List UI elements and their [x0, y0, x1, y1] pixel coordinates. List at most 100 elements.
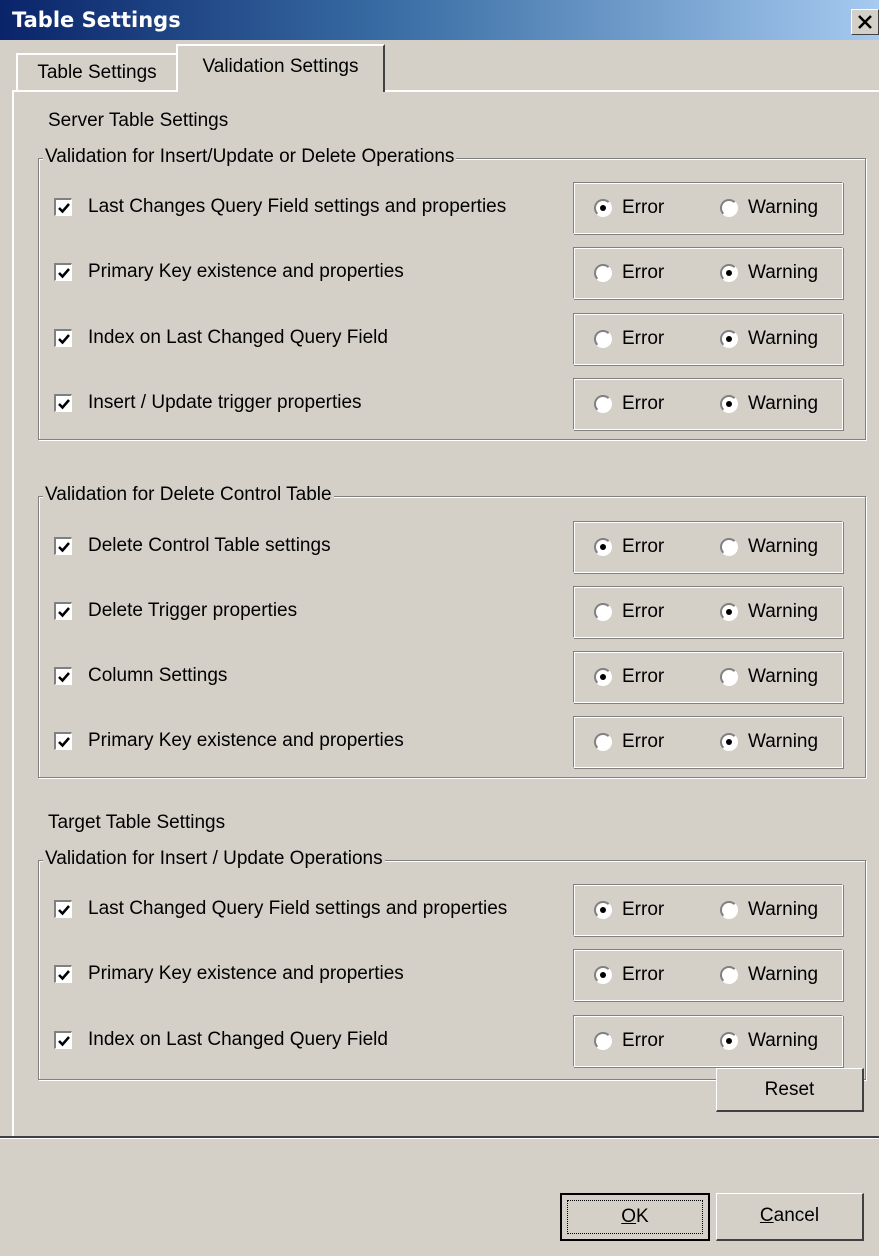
checkbox[interactable]: [54, 394, 72, 412]
radio-circle[interactable]: [720, 1032, 738, 1050]
checkbox[interactable]: [54, 732, 72, 750]
radio-circle[interactable]: [594, 901, 612, 919]
checkbox[interactable]: [54, 667, 72, 685]
row-label: Primary Key existence and properties: [88, 730, 404, 751]
checkbox[interactable]: [54, 537, 72, 555]
radio-dot-icon: [726, 1038, 732, 1044]
checkbox[interactable]: [54, 602, 72, 620]
radio-warning[interactable]: Warning: [720, 964, 818, 986]
radio-error[interactable]: Error: [594, 393, 664, 415]
radio-circle[interactable]: [594, 733, 612, 751]
validation-row[interactable]: Insert / Update trigger properties: [54, 391, 362, 415]
radio-circle[interactable]: [720, 966, 738, 984]
radio-warning[interactable]: Warning: [720, 731, 818, 753]
severity-radio-group: Error Warning: [573, 313, 843, 365]
validation-row[interactable]: Primary Key existence and properties: [54, 962, 404, 986]
radio-warning[interactable]: Warning: [720, 666, 818, 688]
radio-label: Warning: [748, 262, 819, 283]
validation-row[interactable]: Delete Control Table settings: [54, 534, 331, 558]
radio-circle[interactable]: [594, 538, 612, 556]
validation-row[interactable]: Last Changed Query Field settings and pr…: [54, 897, 507, 921]
checkbox[interactable]: [54, 965, 72, 983]
radio-warning[interactable]: Warning: [720, 197, 818, 219]
radio-label: Warning: [748, 197, 819, 218]
validation-row[interactable]: Delete Trigger properties: [54, 599, 297, 623]
row-label: Index on Last Changed Query Field: [88, 327, 388, 348]
radio-circle[interactable]: [594, 395, 612, 413]
severity-radio-group: Error Warning: [573, 949, 843, 1001]
tab-validation-settings[interactable]: Validation Settings: [176, 44, 385, 92]
radio-circle[interactable]: [720, 395, 738, 413]
checkbox[interactable]: [54, 900, 72, 918]
group-title: Validation for Insert/Update or Delete O…: [43, 146, 457, 168]
radio-dot-icon: [600, 544, 606, 550]
severity-radio-group: Error Warning: [573, 651, 843, 703]
radio-error[interactable]: Error: [594, 601, 664, 623]
radio-circle[interactable]: [594, 199, 612, 217]
reset-button[interactable]: Reset: [716, 1068, 864, 1112]
radio-error[interactable]: Error: [594, 731, 664, 753]
radio-label: Warning: [748, 393, 819, 414]
radio-dot-icon: [726, 609, 732, 615]
row-label: Last Changed Query Field settings and pr…: [88, 898, 508, 919]
close-icon: [858, 15, 872, 29]
radio-circle[interactable]: [594, 1032, 612, 1050]
radio-warning[interactable]: Warning: [720, 601, 818, 623]
checkbox[interactable]: [54, 198, 72, 216]
radio-warning[interactable]: Warning: [720, 393, 818, 415]
radio-circle[interactable]: [720, 733, 738, 751]
radio-label: Error: [622, 601, 665, 622]
validation-row[interactable]: Last Changes Query Field settings and pr…: [54, 195, 506, 219]
radio-error[interactable]: Error: [594, 328, 664, 350]
radio-circle[interactable]: [720, 668, 738, 686]
cancel-button[interactable]: Cancel: [716, 1193, 864, 1241]
close-button[interactable]: [851, 9, 879, 35]
radio-circle[interactable]: [720, 264, 738, 282]
radio-dot-icon: [726, 336, 732, 342]
checkbox[interactable]: [54, 263, 72, 281]
radio-circle[interactable]: [720, 330, 738, 348]
radio-label: Error: [622, 731, 665, 752]
server-table-settings-label: Server Table Settings: [48, 110, 229, 131]
radio-error[interactable]: Error: [594, 964, 664, 986]
validation-row[interactable]: Index on Last Changed Query Field: [54, 326, 388, 350]
radio-error[interactable]: Error: [594, 1030, 664, 1052]
radio-circle[interactable]: [594, 603, 612, 621]
radio-circle[interactable]: [594, 966, 612, 984]
radio-warning[interactable]: Warning: [720, 328, 818, 350]
radio-warning[interactable]: Warning: [720, 1030, 818, 1052]
tab-table-settings[interactable]: Table Settings: [16, 53, 178, 91]
radio-warning[interactable]: Warning: [720, 262, 818, 284]
cancel-label-rest: ancel: [773, 1205, 820, 1226]
radio-circle[interactable]: [720, 901, 738, 919]
radio-label: Error: [622, 964, 665, 985]
radio-error[interactable]: Error: [594, 899, 664, 921]
radio-circle[interactable]: [594, 264, 612, 282]
radio-warning[interactable]: Warning: [720, 536, 818, 558]
radio-error[interactable]: Error: [594, 666, 664, 688]
validation-row[interactable]: Index on Last Changed Query Field: [54, 1028, 388, 1052]
radio-dot-icon: [600, 907, 606, 913]
row-label: Index on Last Changed Query Field: [88, 1029, 388, 1050]
radio-dot-icon: [726, 401, 732, 407]
radio-error[interactable]: Error: [594, 536, 664, 558]
ok-button[interactable]: OK: [560, 1193, 710, 1241]
radio-circle[interactable]: [594, 330, 612, 348]
radio-error[interactable]: Error: [594, 262, 664, 284]
radio-circle[interactable]: [720, 199, 738, 217]
radio-circle[interactable]: [594, 668, 612, 686]
radio-label: Warning: [748, 601, 819, 622]
row-label: Primary Key existence and properties: [88, 261, 404, 282]
radio-circle[interactable]: [720, 603, 738, 621]
radio-warning[interactable]: Warning: [720, 899, 818, 921]
validation-row[interactable]: Column Settings: [54, 664, 227, 688]
radio-error[interactable]: Error: [594, 197, 664, 219]
validation-row[interactable]: Primary Key existence and properties: [54, 729, 404, 753]
validation-row[interactable]: Primary Key existence and properties: [54, 260, 404, 284]
window-title: Table Settings: [12, 8, 181, 32]
severity-radio-group: Error Warning: [573, 1015, 843, 1067]
severity-radio-group: Error Warning: [573, 182, 843, 234]
checkbox[interactable]: [54, 329, 72, 347]
radio-circle[interactable]: [720, 538, 738, 556]
checkbox[interactable]: [54, 1031, 72, 1049]
